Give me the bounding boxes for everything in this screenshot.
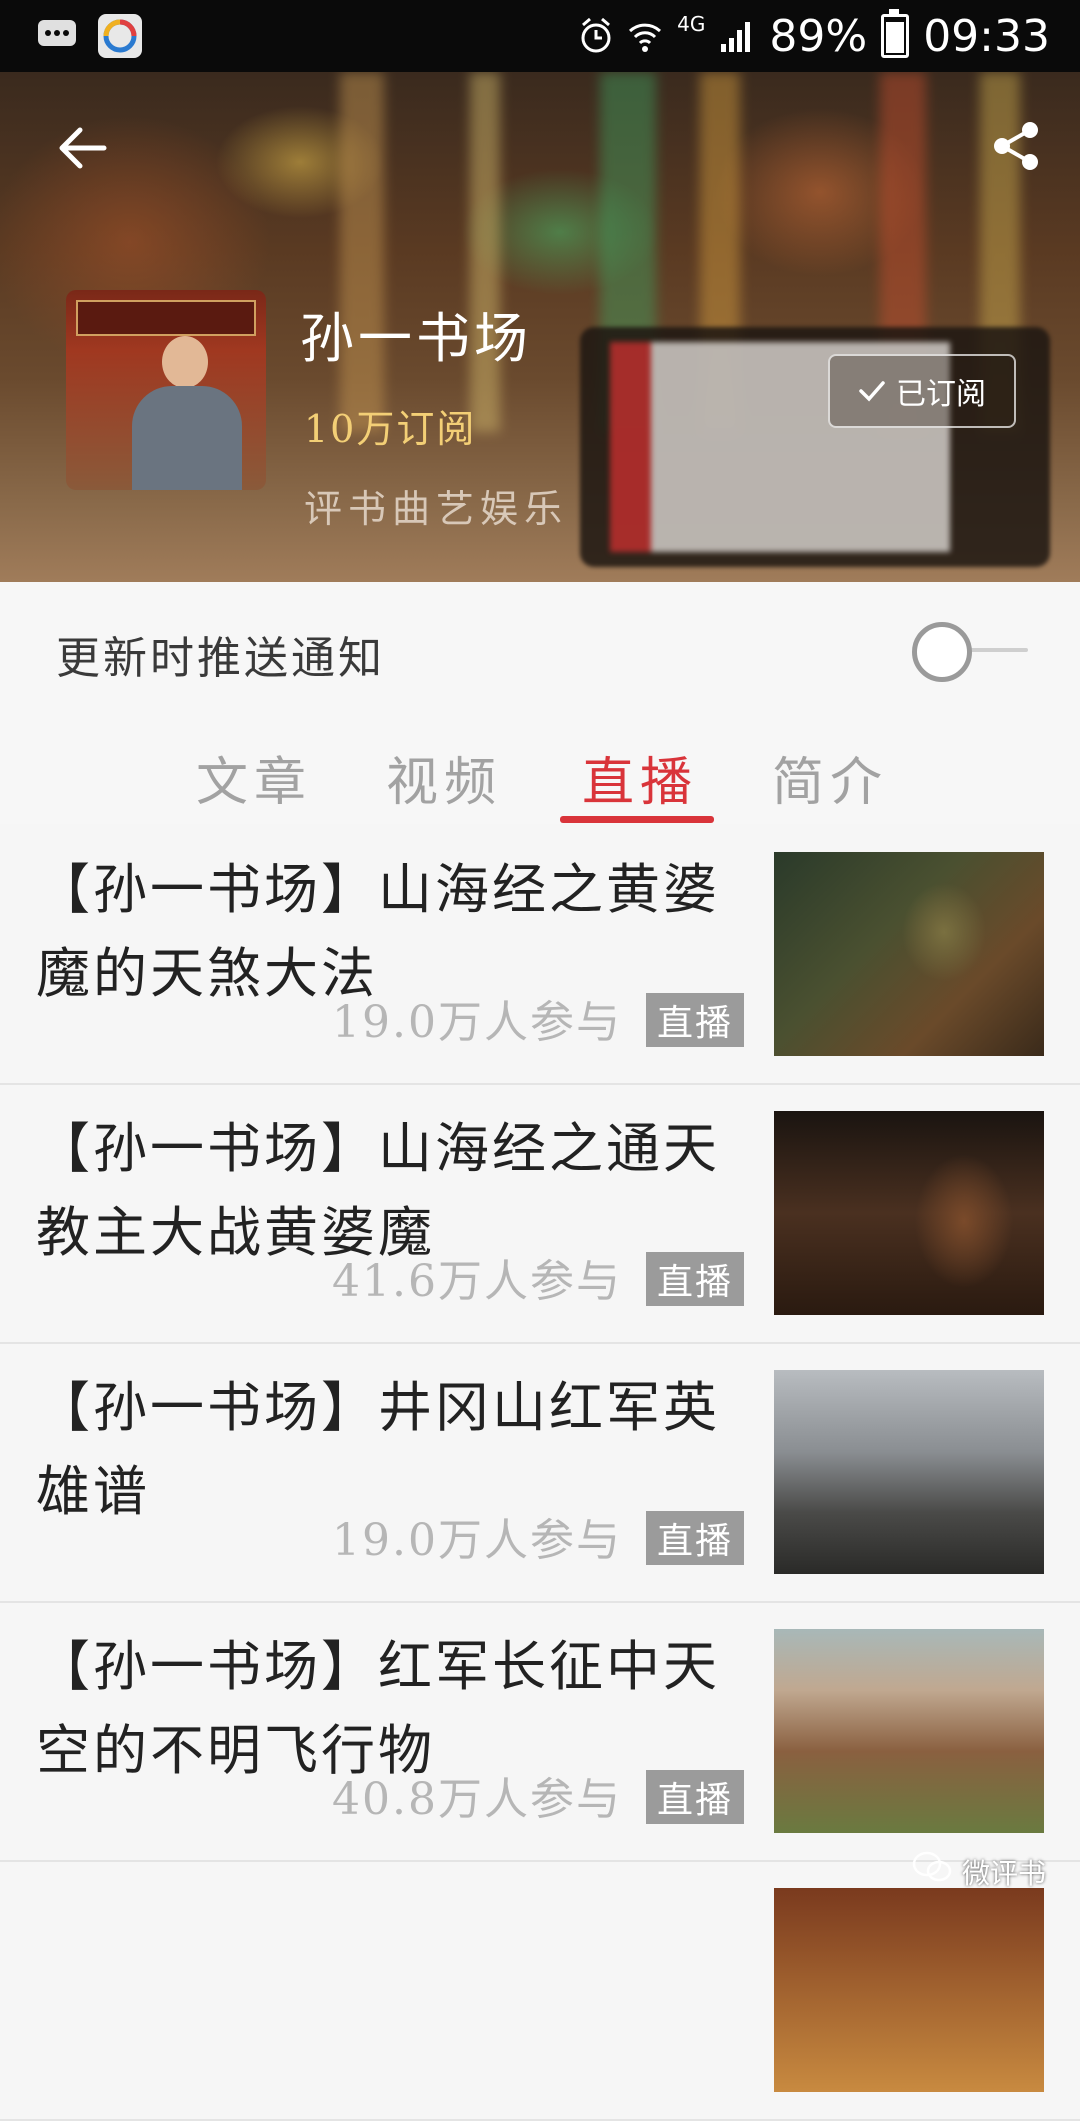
item-participants: 41.6万人参与 xyxy=(332,1256,622,1307)
list-item[interactable]: 【孙一书场】山海经之黄婆魔的天煞大法 19.0万人参与 直播 xyxy=(0,826,1080,1085)
push-notification-toggle[interactable] xyxy=(912,620,1030,682)
background-blur xyxy=(470,72,500,432)
item-participants: 40.8万人参与 xyxy=(332,1774,622,1825)
subscribed-button[interactable]: 已订阅 xyxy=(828,354,1016,428)
list-item[interactable]: 【孙一书场】红军长征中天空的不明飞行物 40.8万人参与 直播 xyxy=(0,1603,1080,1862)
live-badge: 直播 xyxy=(646,1252,744,1306)
tab-videos[interactable]: 视频 xyxy=(386,740,502,815)
tab-articles[interactable]: 文章 xyxy=(196,740,312,815)
tab-live[interactable]: 直播 xyxy=(582,740,698,815)
item-participants: 19.0万人参与 xyxy=(332,1515,622,1566)
network-type: 4G xyxy=(677,12,706,36)
item-thumbnail xyxy=(774,1370,1044,1574)
live-badge: 直播 xyxy=(646,1770,744,1824)
item-thumbnail xyxy=(774,1111,1044,1315)
app-icon xyxy=(98,14,142,58)
subscribed-label: 已订阅 xyxy=(896,377,986,412)
channel-category: 评书曲艺娱乐 xyxy=(304,487,569,531)
live-badge: 直播 xyxy=(646,1511,744,1565)
live-list: 【孙一书场】山海经之黄婆魔的天煞大法 19.0万人参与 直播 【孙一书场】山海经… xyxy=(0,826,1080,2121)
wechat-icon xyxy=(912,1851,952,1882)
alarm-icon xyxy=(581,17,611,53)
live-badge: 直播 xyxy=(646,993,744,1047)
item-thumbnail xyxy=(774,852,1044,1056)
signal-icon xyxy=(721,22,751,52)
background-blur xyxy=(340,72,384,432)
wifi-icon xyxy=(629,23,662,52)
push-notification-label: 更新时推送通知 xyxy=(56,633,385,684)
push-notification-row: 更新时推送通知 xyxy=(0,582,1080,714)
list-item[interactable]: 【孙一书场】井冈山红军英雄谱 19.0万人参与 直播 xyxy=(0,1344,1080,1603)
share-icon[interactable] xyxy=(988,118,1044,174)
item-participants: 19.0万人参与 xyxy=(332,997,622,1048)
channel-avatar xyxy=(66,290,266,490)
list-item[interactable]: 【孙一书场】山海经之通天教主大战黄婆魔 41.6万人参与 直播 xyxy=(0,1085,1080,1344)
status-bar: 4G 89% 09:33 xyxy=(0,0,1080,72)
battery-icon xyxy=(881,9,910,58)
item-thumbnail xyxy=(774,1629,1044,1833)
channel-header: 孙一书场 10万订阅 评书曲艺娱乐 已订阅 xyxy=(0,72,1080,582)
back-arrow-icon[interactable] xyxy=(52,118,112,178)
toggle-knob xyxy=(912,622,972,682)
battery-percent: 89% xyxy=(769,10,868,62)
watermark-label: 微评书 xyxy=(962,1857,1047,1890)
channel-title: 孙一书场 xyxy=(300,307,532,370)
item-thumbnail xyxy=(774,1888,1044,2092)
tab-intro[interactable]: 简介 xyxy=(772,740,888,815)
clock: 09:33 xyxy=(923,10,1050,62)
tab-bar: 文章 视频 直播 简介 xyxy=(0,712,1080,824)
subscriber-count: 10万订阅 xyxy=(304,407,477,451)
message-icon xyxy=(38,20,76,46)
check-icon xyxy=(859,381,885,402)
list-item-partial[interactable] xyxy=(0,1862,1080,2121)
active-tab-indicator xyxy=(560,816,714,823)
